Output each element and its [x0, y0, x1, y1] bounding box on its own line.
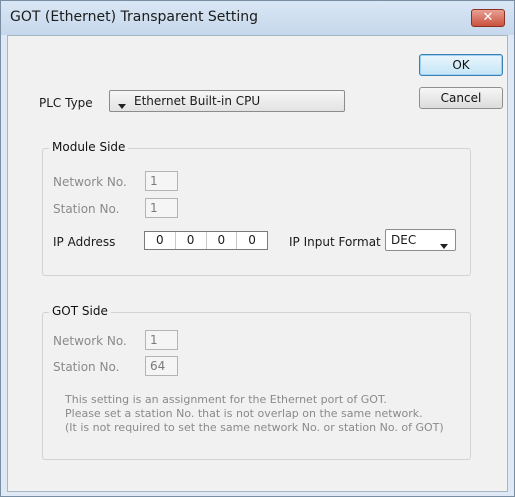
dialog-client-area: OK Cancel PLC Type Ethernet Built-in CPU… [7, 35, 508, 492]
got-side-title: GOT Side [49, 304, 111, 318]
ip-input-format-select[interactable]: DEC [385, 229, 456, 251]
chevron-down-icon [118, 98, 126, 112]
cancel-button[interactable]: Cancel [419, 87, 503, 109]
ok-button[interactable]: OK [419, 54, 503, 76]
module-station-no-label: Station No. [53, 202, 120, 216]
got-side-note: This setting is an assignment for the Et… [65, 393, 444, 435]
ip-octet-1[interactable]: 0 [145, 232, 175, 249]
ip-octet-4[interactable]: 0 [236, 232, 267, 249]
dialog-window: GOT (Ethernet) Transparent Setting ✕ OK … [0, 0, 515, 497]
note-line: (It is not required to set the same netw… [65, 421, 444, 434]
module-side-title: Module Side [49, 140, 129, 154]
got-network-no-field[interactable]: 1 [145, 330, 178, 350]
chevron-down-icon [440, 238, 448, 252]
ip-octet-2[interactable]: 0 [174, 232, 206, 249]
module-network-no-field[interactable]: 1 [145, 171, 178, 191]
ip-input-format-value: DEC [391, 233, 417, 247]
plc-type-label: PLC Type [39, 96, 93, 110]
got-station-no-field[interactable]: 64 [145, 356, 178, 376]
close-button[interactable]: ✕ [471, 9, 505, 27]
ip-input-format-label: IP Input Format [289, 235, 381, 249]
plc-type-value: Ethernet Built-in CPU [134, 94, 261, 108]
got-station-no-label: Station No. [53, 360, 120, 374]
close-icon: ✕ [482, 10, 494, 25]
module-network-no-label: Network No. [53, 175, 127, 189]
ip-address-input[interactable]: 0 0 0 0 [144, 231, 268, 250]
got-network-no-label: Network No. [53, 334, 127, 348]
ip-octet-3[interactable]: 0 [205, 232, 237, 249]
note-line: Please set a station No. that is not ove… [65, 407, 423, 420]
note-line: This setting is an assignment for the Et… [65, 393, 387, 406]
title-bar[interactable]: GOT (Ethernet) Transparent Setting ✕ [1, 1, 514, 35]
plc-type-select[interactable]: Ethernet Built-in CPU [109, 90, 345, 112]
ip-address-label: IP Address [53, 235, 116, 249]
window-title: GOT (Ethernet) Transparent Setting [10, 9, 259, 25]
module-station-no-field[interactable]: 1 [145, 198, 178, 218]
